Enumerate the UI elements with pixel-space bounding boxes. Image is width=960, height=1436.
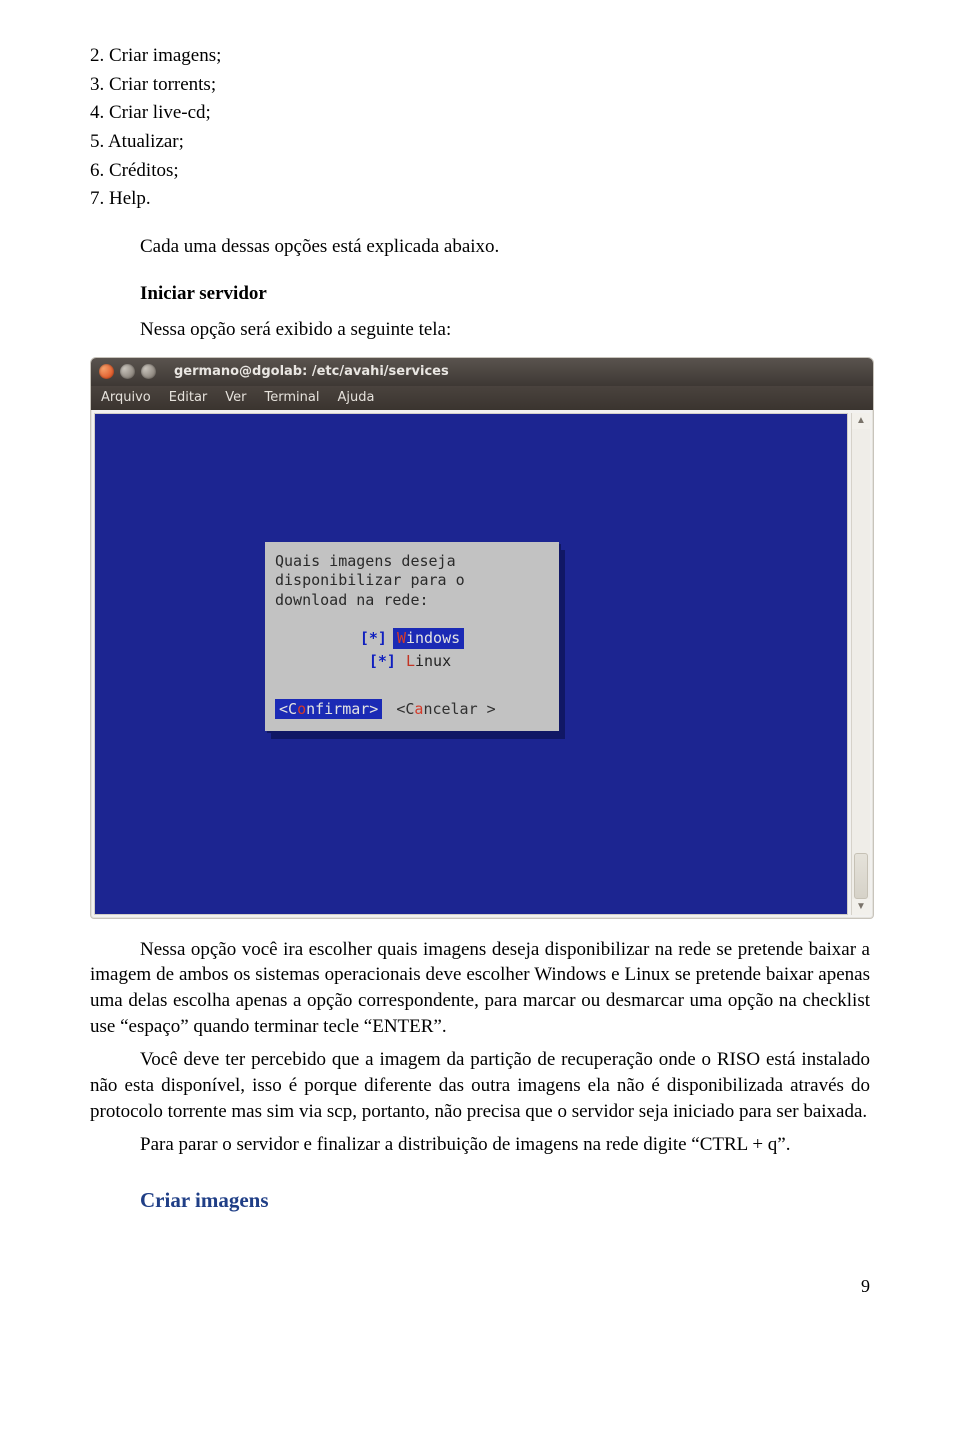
option-label: Linux xyxy=(402,651,455,671)
section-heading-criar-imagens: Criar imagens xyxy=(140,1186,870,1214)
scroll-track[interactable] xyxy=(852,429,870,899)
option-linux[interactable]: [*] Linux xyxy=(365,651,459,671)
window-title: germano@dgolab: /etc/avahi/services xyxy=(174,363,449,381)
list-item-text: Criar imagens; xyxy=(109,45,221,66)
list-item: 6. Créditos; xyxy=(90,158,870,184)
menu-editar[interactable]: Editar xyxy=(169,389,208,407)
list-item-text: Criar torrents; xyxy=(109,74,216,95)
option-label: Windows xyxy=(393,628,464,648)
confirm-button[interactable]: <Confirmar> xyxy=(275,699,382,719)
dialog-options: [*] Windows [*] Linux xyxy=(275,628,549,671)
ncurses-dialog: Quais imagens deseja disponibilizar para… xyxy=(265,542,559,731)
dialog-prompt-line: download na rede: xyxy=(275,591,549,611)
dialog-prompt-line: disponibilizar para o xyxy=(275,571,549,591)
list-item-text: Help. xyxy=(109,188,151,209)
body-paragraph: Para parar o servidor e finalizar a dist… xyxy=(90,1132,870,1158)
list-num: 2. xyxy=(90,45,104,66)
subsection-heading-iniciar-servidor: Iniciar servidor xyxy=(140,281,870,307)
scroll-thumb[interactable] xyxy=(854,853,868,899)
terminal-body: Quais imagens deseja disponibilizar para… xyxy=(91,410,873,918)
window-close-icon[interactable] xyxy=(99,364,114,379)
dialog-buttons: <Confirmar> <Cancelar > xyxy=(275,695,549,719)
screenshot-figure: germano@dgolab: /etc/avahi/services Arqu… xyxy=(90,357,870,919)
window-minimize-icon[interactable] xyxy=(120,364,135,379)
terminal-viewport[interactable]: Quais imagens deseja disponibilizar para… xyxy=(94,413,848,915)
terminal-window: germano@dgolab: /etc/avahi/services Arqu… xyxy=(90,357,874,919)
list-item: 7. Help. xyxy=(90,186,870,212)
list-num: 4. xyxy=(90,102,104,123)
list-num: 6. xyxy=(90,160,104,181)
option-windows[interactable]: [*] Windows xyxy=(356,628,468,648)
body-paragraph: Nessa opção você ira escolher quais imag… xyxy=(90,937,870,1040)
list-item: 5. Atualizar; xyxy=(90,129,870,155)
list-item-text: Atualizar; xyxy=(108,131,184,152)
cancel-button[interactable]: <Cancelar > xyxy=(392,699,499,719)
list-num: 5. xyxy=(90,131,104,152)
menu-arquivo[interactable]: Arquivo xyxy=(101,389,151,407)
list-num: 7. xyxy=(90,188,104,209)
scroll-down-icon[interactable]: ▼ xyxy=(852,899,870,915)
checkbox-mark-icon: [*] xyxy=(360,628,387,648)
intro-paragraph: Cada uma dessas opções está explicada ab… xyxy=(140,234,870,260)
window-maximize-icon[interactable] xyxy=(141,364,156,379)
checkbox-mark-icon: [*] xyxy=(369,651,396,671)
vertical-scrollbar[interactable]: ▲ ▼ xyxy=(851,413,870,915)
subsection-lead: Nessa opção será exibido a seguinte tela… xyxy=(140,317,870,343)
scroll-up-icon[interactable]: ▲ xyxy=(852,413,870,429)
menubar: Arquivo Editar Ver Terminal Ajuda xyxy=(91,386,873,410)
list-item: 2. Criar imagens; xyxy=(90,43,870,69)
list-item: 3. Criar torrents; xyxy=(90,72,870,98)
numbered-list: 2. Criar imagens; 3. Criar torrents; 4. … xyxy=(90,43,870,212)
menu-terminal[interactable]: Terminal xyxy=(265,389,320,407)
dialog-prompt-line: Quais imagens deseja xyxy=(275,552,549,572)
page-number: 9 xyxy=(90,1274,870,1298)
menu-ajuda[interactable]: Ajuda xyxy=(337,389,374,407)
body-paragraph: Você deve ter percebido que a imagem da … xyxy=(90,1047,870,1124)
menu-ver[interactable]: Ver xyxy=(225,389,246,407)
window-titlebar: germano@dgolab: /etc/avahi/services xyxy=(91,358,873,386)
list-num: 3. xyxy=(90,74,104,95)
dialog-prompt: Quais imagens deseja disponibilizar para… xyxy=(275,552,549,611)
list-item-text: Criar live-cd; xyxy=(109,102,211,123)
list-item-text: Créditos; xyxy=(109,160,179,181)
list-item: 4. Criar live-cd; xyxy=(90,100,870,126)
